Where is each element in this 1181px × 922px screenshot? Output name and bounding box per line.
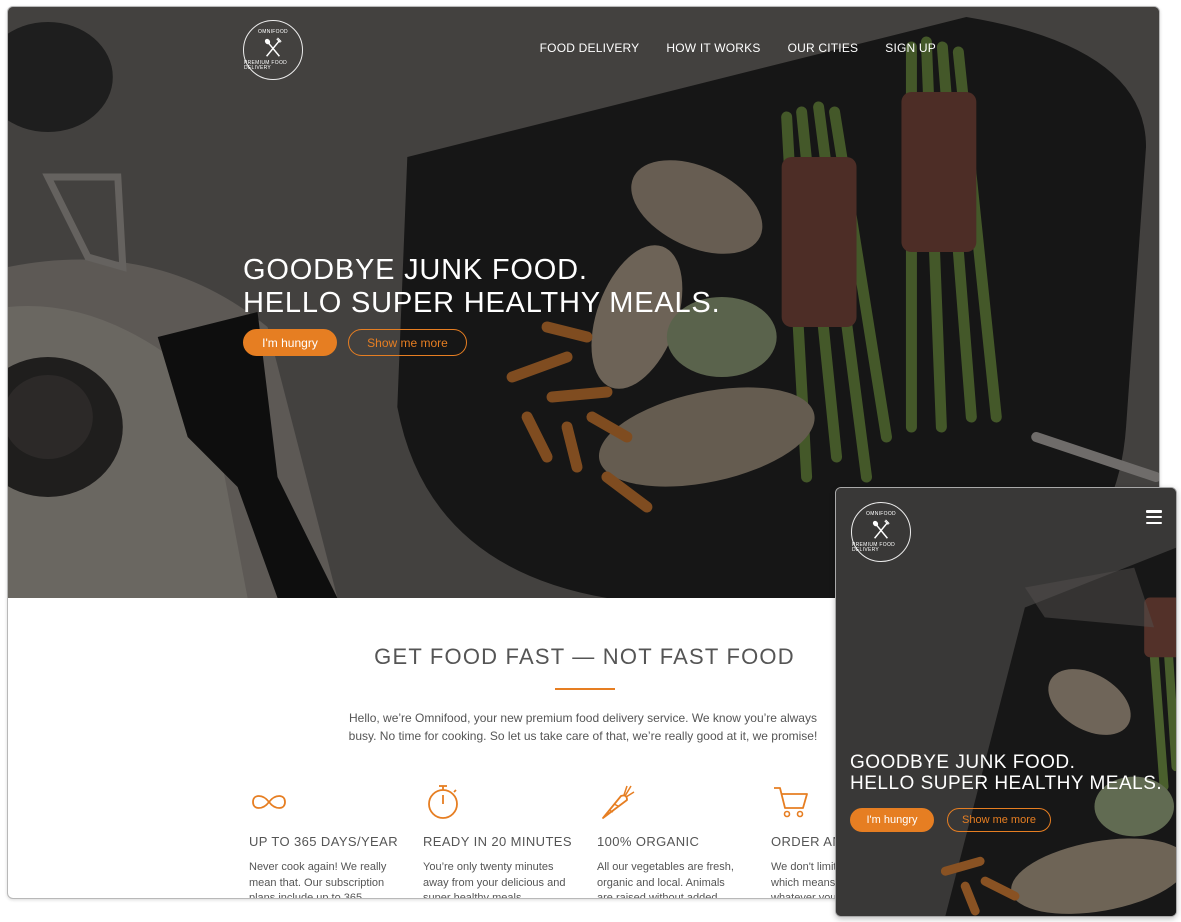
feature-20-minutes: READY IN 20 MINUTES You’re only twenty m… <box>423 782 573 899</box>
nav-our-cities[interactable]: OUR CITIES <box>788 41 859 55</box>
title-underline <box>555 688 615 690</box>
logo-wordmark: OMNIFOOD <box>258 28 288 35</box>
mobile-show-me-more-button[interactable]: Show me more <box>947 808 1051 832</box>
hero-heading-line-1: GOODBYE JUNK FOOD. <box>243 254 588 286</box>
mobile-hero-heading-line-1: GOODBYE JUNK FOOD. <box>850 752 1076 773</box>
nav-food-delivery[interactable]: FOOD DELIVERY <box>540 41 640 55</box>
stopwatch-icon <box>428 785 458 819</box>
feature-text: Never cook again! We really mean that. O… <box>249 861 387 899</box>
mobile-device-preview: OMNIFOOD PREMIUM FOOD DELIVERY GOODBYE J… <box>835 487 1177 917</box>
logo[interactable]: OMNIFOOD PREMIUM FOOD DELIVERY <box>243 20 303 80</box>
logo-wordmark: OMNIFOOD <box>866 510 896 517</box>
fork-spoon-icon <box>872 519 890 539</box>
feature-title: UP TO 365 DAYS/YEAR <box>249 834 398 849</box>
im-hungry-button[interactable]: I'm hungry <box>243 329 337 356</box>
mobile-im-hungry-button[interactable]: I'm hungry <box>850 808 934 832</box>
logo-tagline: PREMIUM FOOD DELIVERY <box>244 59 288 71</box>
mobile-hero-heading: GOODBYE JUNK FOOD. HELLO SUPER HEALTHY M… <box>850 752 1162 794</box>
hero-heading: GOODBYE JUNK FOOD. HELLO SUPER HEALTHY M… <box>243 254 720 320</box>
feature-text: All our vegetables are fresh, organic an… <box>597 861 734 899</box>
infinity-icon <box>252 795 286 809</box>
fork-spoon-icon <box>264 37 282 57</box>
mobile-hero-heading-line-2: HELLO SUPER HEALTHY MEALS. <box>850 773 1163 794</box>
feature-title: 100% ORGANIC <box>597 834 700 849</box>
mobile-logo[interactable]: OMNIFOOD PREMIUM FOOD DELIVERY <box>851 502 911 562</box>
feature-text: You’re only twenty minutes away from you… <box>423 861 566 899</box>
hamburger-icon[interactable] <box>1146 510 1162 524</box>
nav-sign-up[interactable]: SIGN UP <box>885 41 936 55</box>
feature-365-days: UP TO 365 DAYS/YEAR Never cook again! We… <box>249 782 399 899</box>
main-nav: FOOD DELIVERY HOW IT WORKS OUR CITIES SI… <box>540 41 936 55</box>
show-me-more-button[interactable]: Show me more <box>348 329 467 356</box>
carrot-icon <box>602 785 635 819</box>
hero-heading-line-2: HELLO SUPER HEALTHY MEALS. <box>243 287 721 319</box>
nav-how-it-works[interactable]: HOW IT WORKS <box>666 41 760 55</box>
feature-title: READY IN 20 MINUTES <box>423 834 572 849</box>
feature-organic: 100% ORGANIC All our vegetables are fres… <box>597 782 747 899</box>
section-intro: Hello, we’re Omnifood, your new premium … <box>348 711 818 743</box>
logo-tagline: PREMIUM FOOD DELIVERY <box>852 541 896 553</box>
cart-icon <box>774 787 808 818</box>
